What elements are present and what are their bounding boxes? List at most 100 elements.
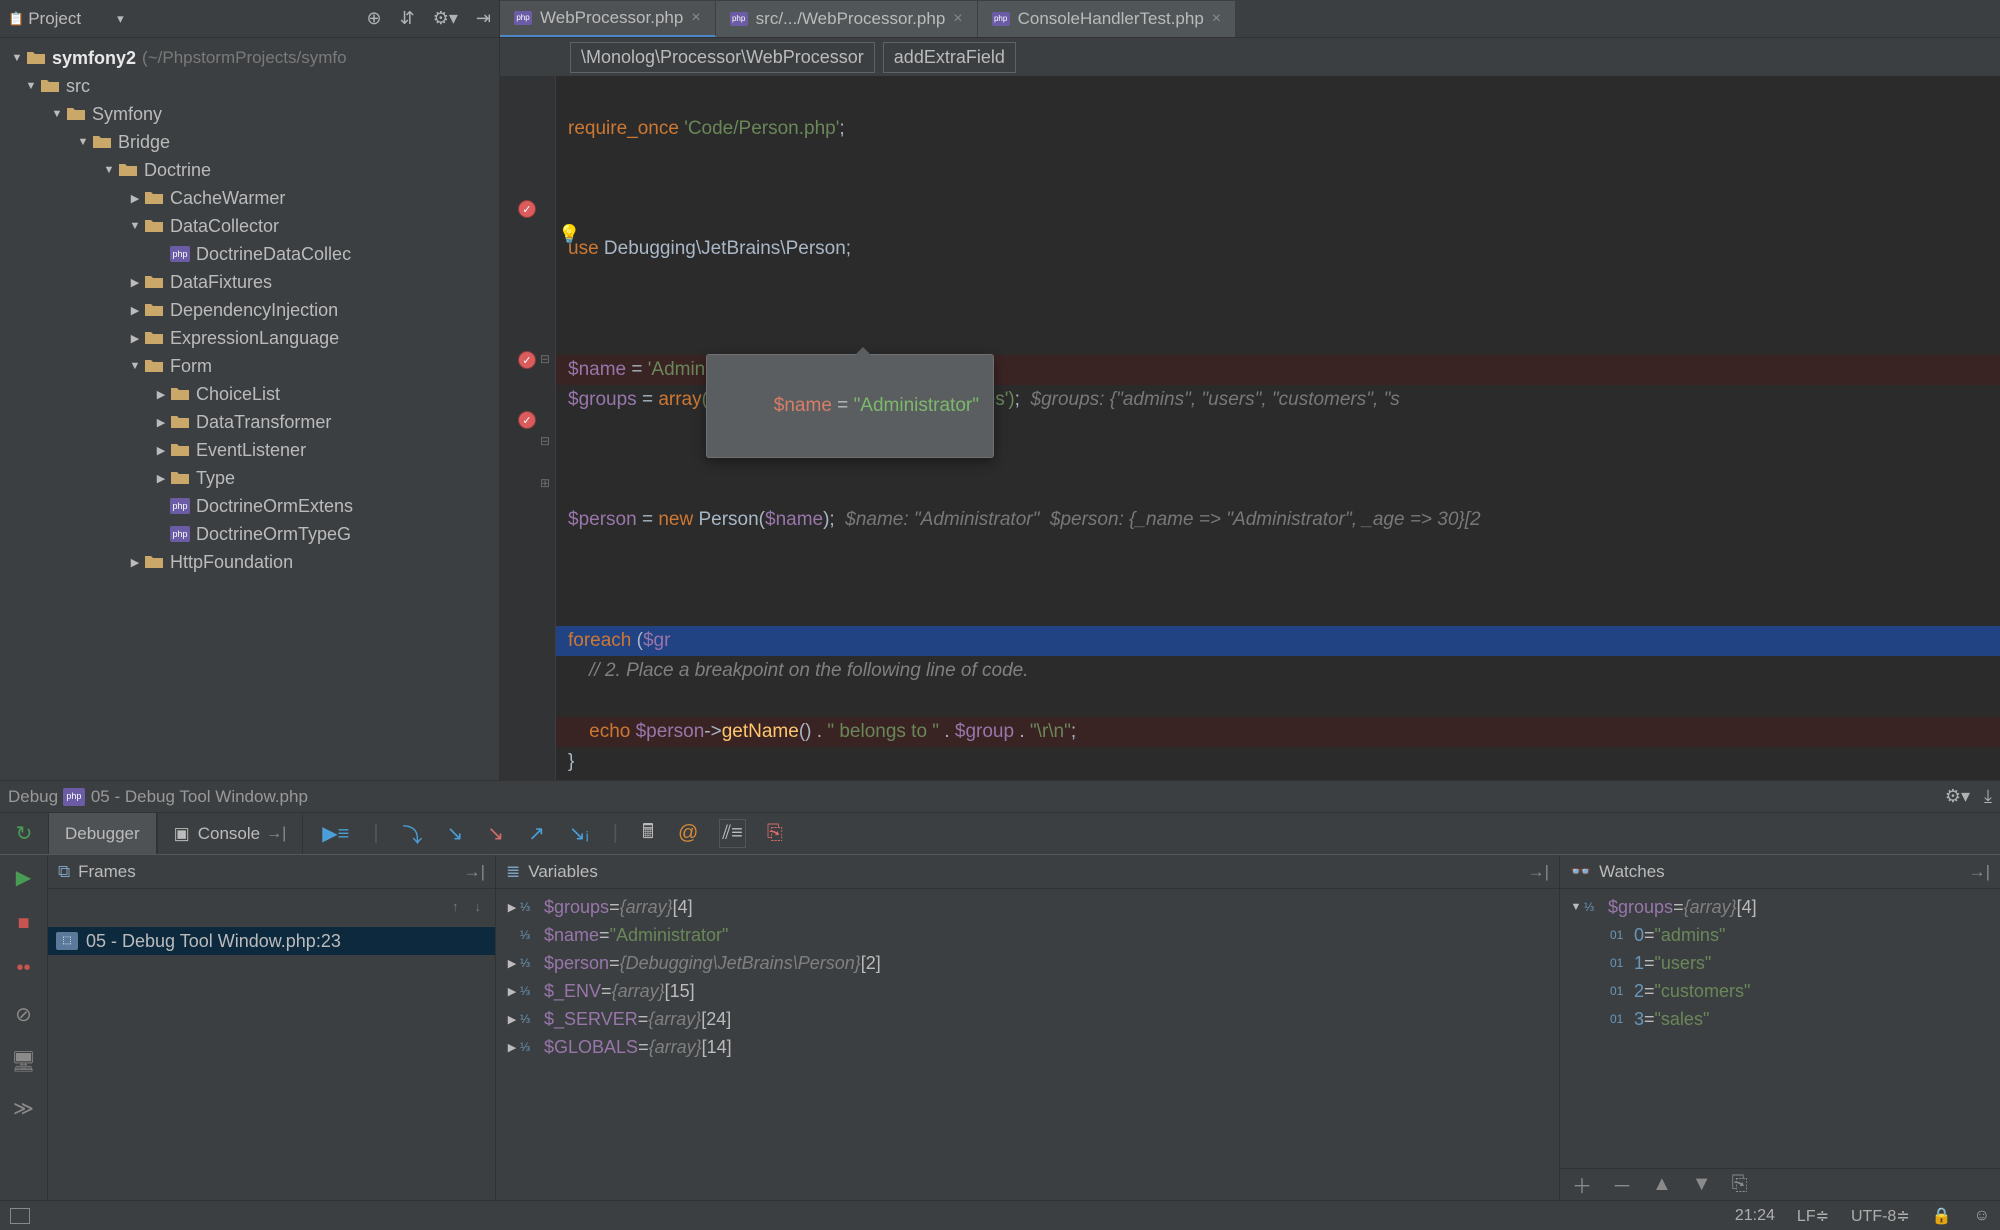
- add-watch-icon[interactable]: ＋: [1572, 1170, 1592, 1199]
- resume-icon[interactable]: ▶: [16, 865, 31, 890]
- project-dropdown[interactable]: ▾: [117, 11, 124, 27]
- tree-item[interactable]: DataTransformer: [0, 408, 499, 436]
- fold-marker[interactable]: ⊟: [540, 434, 550, 448]
- tree-item[interactable]: CacheWarmer: [0, 184, 499, 212]
- chevron-down-icon[interactable]: [100, 164, 118, 176]
- more-icon[interactable]: ≫: [13, 1096, 34, 1121]
- variable-row[interactable]: ⅓$_SERVER = {array} [24]: [496, 1005, 1559, 1033]
- move-down-icon[interactable]: ▼: [1692, 1173, 1712, 1196]
- arrow-right-icon[interactable]: →|: [1969, 862, 1990, 882]
- force-step-into-icon[interactable]: ↘: [484, 818, 507, 849]
- collapse-icon[interactable]: ⇵: [400, 8, 415, 29]
- lock-icon[interactable]: 🔒: [1932, 1206, 1952, 1226]
- close-icon[interactable]: ×: [1212, 10, 1221, 28]
- tree-item[interactable]: Doctrine: [0, 156, 499, 184]
- tree-item[interactable]: DataCollector: [0, 212, 499, 240]
- tree-item[interactable]: Bridge: [0, 128, 499, 156]
- chevron-right-icon[interactable]: [152, 416, 170, 429]
- tool-windows-icon[interactable]: [10, 1208, 30, 1224]
- tree-item[interactable]: phpDoctrineOrmTypeG: [0, 520, 499, 548]
- at-icon[interactable]: @: [675, 819, 701, 848]
- settings-icon[interactable]: ⫽≡: [719, 819, 746, 848]
- chevron-right-icon[interactable]: [504, 1013, 520, 1026]
- editor-body[interactable]: ⊟ ⊟ ⊞ 💡 require_once 'Code/Person.php'; …: [500, 76, 2000, 780]
- breakpoint-icon[interactable]: [518, 411, 536, 429]
- inspections-icon[interactable]: ☺: [1974, 1207, 1990, 1225]
- tree-item[interactable]: phpDoctrineOrmExtens: [0, 492, 499, 520]
- view-breakpoints-icon[interactable]: ••: [16, 957, 30, 980]
- tab-debugger[interactable]: Debugger: [48, 813, 157, 854]
- evaluate-expression-icon[interactable]: 🖩: [639, 814, 657, 854]
- show-execution-point-icon[interactable]: ▶≡: [319, 818, 352, 849]
- download-icon[interactable]: ⤓: [1984, 786, 1992, 807]
- chevron-down-icon[interactable]: [126, 360, 144, 372]
- editor-tab[interactable]: phpConsoleHandlerTest.php×: [978, 1, 1237, 37]
- gear-icon[interactable]: ⚙▾: [433, 8, 458, 29]
- tree-item[interactable]: DataFixtures: [0, 268, 499, 296]
- tree-item[interactable]: phpDoctrineDataCollec: [0, 240, 499, 268]
- caret-position[interactable]: 21:24: [1735, 1207, 1775, 1225]
- tree-item[interactable]: EventListener: [0, 436, 499, 464]
- chevron-down-icon[interactable]: [48, 108, 66, 120]
- mute-breakpoints-icon[interactable]: ⊘: [15, 1002, 32, 1027]
- watch-item-row[interactable]: 010 = "admins": [1560, 921, 2000, 949]
- arrow-right-icon[interactable]: →|: [1528, 862, 1549, 882]
- watch-item-row[interactable]: 012 = "customers": [1560, 977, 2000, 1005]
- tree-item[interactable]: ChoiceList: [0, 380, 499, 408]
- chevron-right-icon[interactable]: [126, 304, 144, 317]
- line-separator[interactable]: LF≑: [1797, 1206, 1829, 1226]
- chevron-right-icon[interactable]: [504, 985, 520, 998]
- chevron-down-icon[interactable]: [22, 80, 40, 92]
- pin-icon[interactable]: ⎘: [764, 819, 786, 848]
- frame-down-icon[interactable]: ↓: [475, 899, 482, 914]
- breadcrumb-item[interactable]: addExtraField: [883, 42, 1016, 73]
- run-to-cursor-icon[interactable]: ↘ᵢ: [566, 818, 592, 849]
- chevron-down-icon[interactable]: [74, 136, 92, 148]
- fold-marker[interactable]: ⊟: [540, 352, 550, 366]
- chevron-right-icon[interactable]: [126, 276, 144, 289]
- tree-root[interactable]: symfony2 (~/PhpstormProjects/symfo: [0, 44, 499, 72]
- frame-up-icon[interactable]: ↑: [452, 899, 459, 914]
- chevron-right-icon[interactable]: [126, 332, 144, 345]
- gear-icon[interactable]: ⚙▾: [1945, 786, 1970, 807]
- project-tree[interactable]: symfony2 (~/PhpstormProjects/symfo srcSy…: [0, 38, 499, 780]
- chevron-down-icon[interactable]: [8, 52, 26, 64]
- step-out-icon[interactable]: ↗: [525, 818, 548, 849]
- chevron-right-icon[interactable]: [152, 388, 170, 401]
- chevron-right-icon[interactable]: [126, 556, 144, 569]
- step-into-icon[interactable]: ↘: [444, 818, 467, 849]
- editor-tab[interactable]: phpWebProcessor.php×: [500, 1, 716, 37]
- chevron-right-icon[interactable]: [126, 192, 144, 205]
- stop-icon[interactable]: ■: [17, 912, 29, 935]
- chevron-down-icon[interactable]: [1568, 901, 1584, 913]
- chevron-right-icon[interactable]: [504, 957, 520, 970]
- locate-icon[interactable]: ⊕: [367, 8, 382, 29]
- frame-row[interactable]: ⬚ 05 - Debug Tool Window.php:23: [48, 927, 495, 955]
- watch-item-row[interactable]: 013 = "sales": [1560, 1005, 2000, 1033]
- tree-item[interactable]: Symfony: [0, 100, 499, 128]
- tree-item[interactable]: DependencyInjection: [0, 296, 499, 324]
- code-editor[interactable]: require_once 'Code/Person.php'; use Debu…: [556, 76, 2000, 780]
- remove-watch-icon[interactable]: －: [1612, 1170, 1632, 1199]
- editor-tab[interactable]: phpsrc/.../WebProcessor.php×: [716, 1, 978, 37]
- tree-item[interactable]: ExpressionLanguage: [0, 324, 499, 352]
- variable-row[interactable]: ⅓$GLOBALS = {array} [14]: [496, 1033, 1559, 1061]
- chevron-right-icon[interactable]: [152, 472, 170, 485]
- close-icon[interactable]: ×: [691, 9, 700, 27]
- variable-row[interactable]: ⅓$_ENV = {array} [15]: [496, 977, 1559, 1005]
- close-icon[interactable]: ×: [953, 10, 962, 28]
- breakpoint-icon[interactable]: [518, 351, 536, 369]
- chevron-right-icon[interactable]: [504, 901, 520, 914]
- watch-item-row[interactable]: 011 = "users": [1560, 949, 2000, 977]
- move-up-icon[interactable]: ▲: [1652, 1173, 1672, 1196]
- tab-console[interactable]: ▣Console→|: [157, 813, 304, 854]
- tree-item[interactable]: HttpFoundation: [0, 548, 499, 576]
- variable-row[interactable]: ⅓$person = {Debugging\JetBrains\Person} …: [496, 949, 1559, 977]
- copy-icon[interactable]: ⎘: [1732, 1173, 1748, 1196]
- step-over-icon[interactable]: ⤵: [400, 816, 426, 851]
- chevron-down-icon[interactable]: [126, 220, 144, 232]
- tree-item[interactable]: Type: [0, 464, 499, 492]
- tree-item[interactable]: Form: [0, 352, 499, 380]
- variable-row[interactable]: ⅓$name = "Administrator": [496, 921, 1559, 949]
- breadcrumb-item[interactable]: \Monolog\Processor\WebProcessor: [570, 42, 875, 73]
